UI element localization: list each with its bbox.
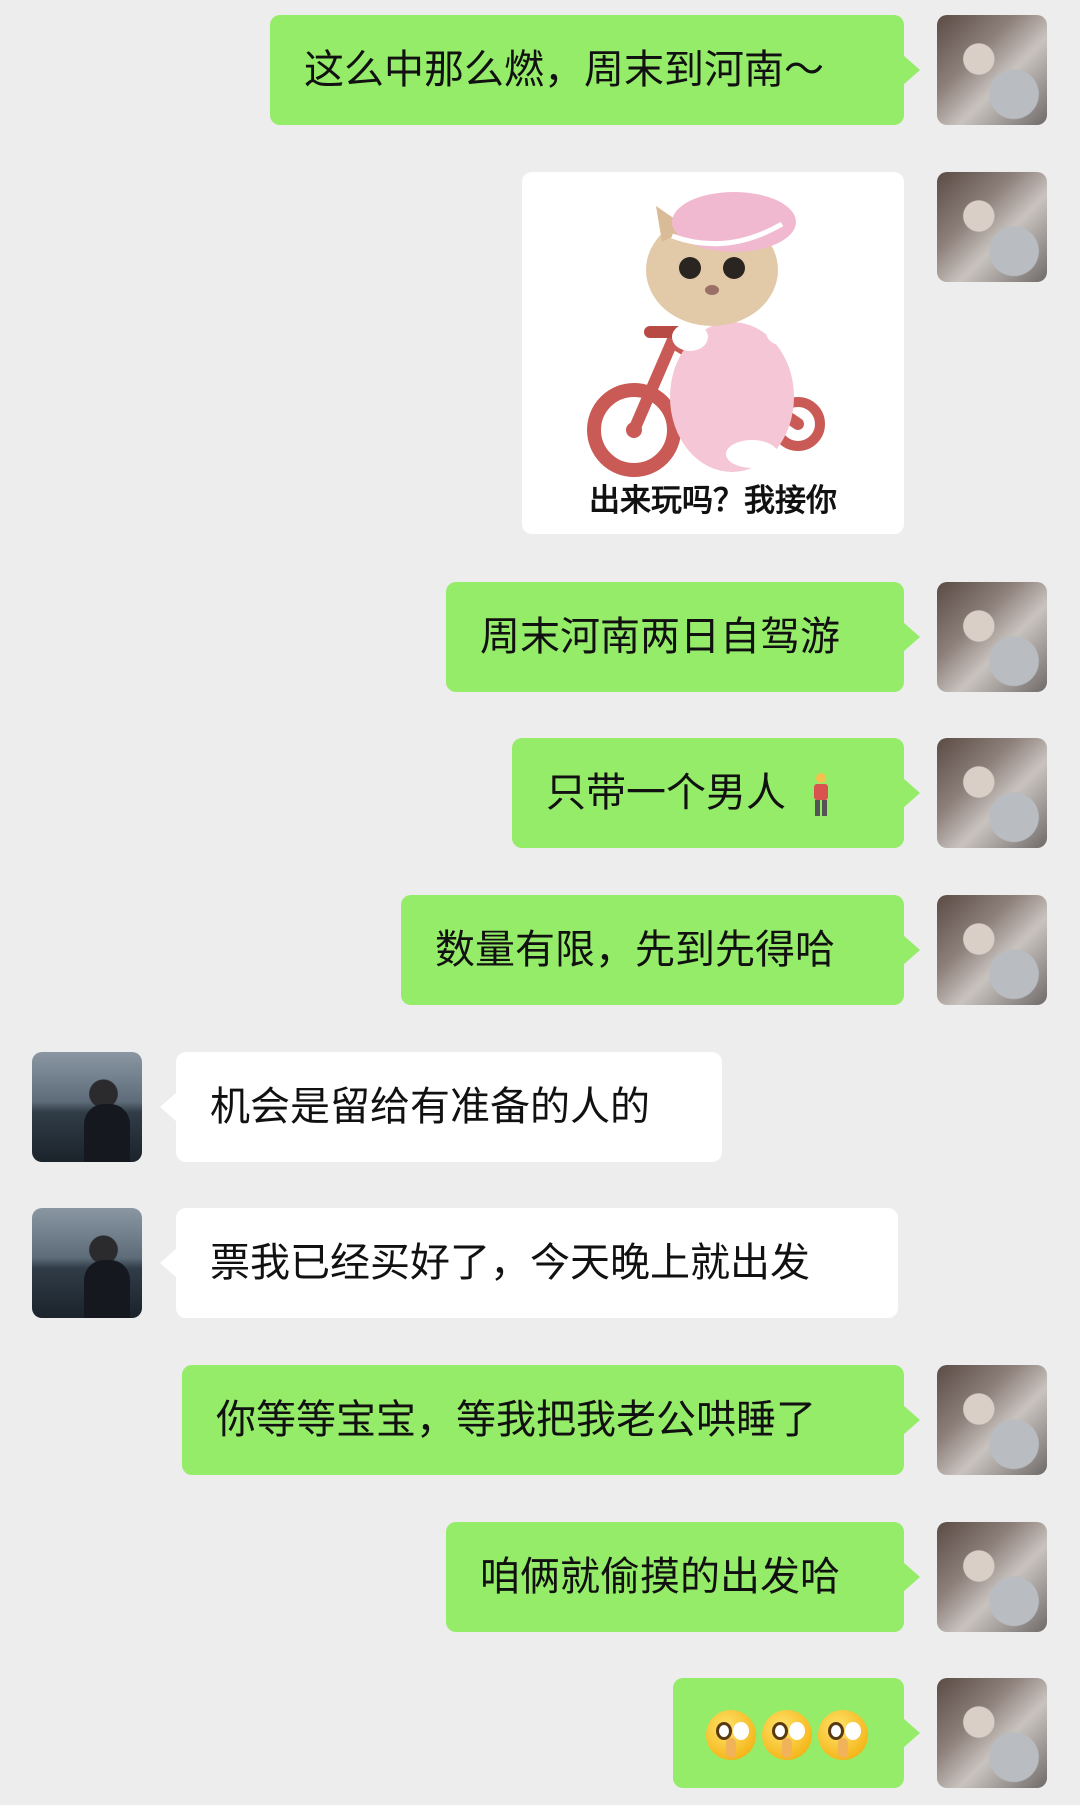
message-text: 咱俩就偷摸的出发哈 bbox=[480, 1554, 840, 1600]
message-text: 周末河南两日自驾游 bbox=[480, 614, 840, 660]
avatar[interactable] bbox=[937, 738, 1047, 848]
avatar[interactable] bbox=[937, 172, 1047, 282]
message-text: 你等等宝宝，等我把我老公哄睡了 bbox=[216, 1397, 816, 1443]
message-bubble[interactable]: 只带一个男人 bbox=[512, 738, 920, 848]
avatar[interactable] bbox=[32, 1208, 142, 1318]
message-text: 票我已经买好了，今天晚上就出发 bbox=[210, 1240, 810, 1286]
sticker-caption: 出来玩吗？我接你 bbox=[589, 483, 837, 519]
message-bubble[interactable]: 票我已经买好了，今天晚上就出发 bbox=[160, 1208, 898, 1318]
sticker-message[interactable]: 出来玩吗？我接你 bbox=[522, 172, 904, 534]
shushing-face-emoji bbox=[762, 1710, 812, 1760]
message-bubble[interactable] bbox=[673, 1678, 920, 1788]
avatar[interactable] bbox=[32, 1052, 142, 1162]
message-bubble[interactable]: 咱俩就偷摸的出发哈 bbox=[446, 1522, 920, 1632]
message-text: 这么中那么燃，周末到河南～ bbox=[304, 47, 824, 93]
avatar[interactable] bbox=[937, 1678, 1047, 1788]
message-text: 机会是留给有准备的人的 bbox=[210, 1084, 650, 1130]
man-standing-emoji bbox=[811, 773, 831, 817]
avatar[interactable] bbox=[937, 582, 1047, 692]
message-bubble[interactable]: 数量有限，先到先得哈 bbox=[401, 895, 920, 1005]
message-bubble[interactable]: 周末河南两日自驾游 bbox=[446, 582, 920, 692]
message-bubble[interactable]: 这么中那么燃，周末到河南～ bbox=[270, 15, 920, 125]
message-text: 数量有限，先到先得哈 bbox=[435, 927, 835, 973]
avatar[interactable] bbox=[937, 15, 1047, 125]
message-bubble[interactable]: 机会是留给有准备的人的 bbox=[160, 1052, 722, 1162]
message-text: 只带一个男人 bbox=[546, 770, 786, 816]
shushing-face-emoji bbox=[818, 1710, 868, 1760]
avatar[interactable] bbox=[937, 895, 1047, 1005]
avatar[interactable] bbox=[937, 1522, 1047, 1632]
avatar[interactable] bbox=[937, 1365, 1047, 1475]
message-bubble[interactable]: 你等等宝宝，等我把我老公哄睡了 bbox=[182, 1365, 920, 1475]
shushing-face-emoji bbox=[706, 1710, 756, 1760]
